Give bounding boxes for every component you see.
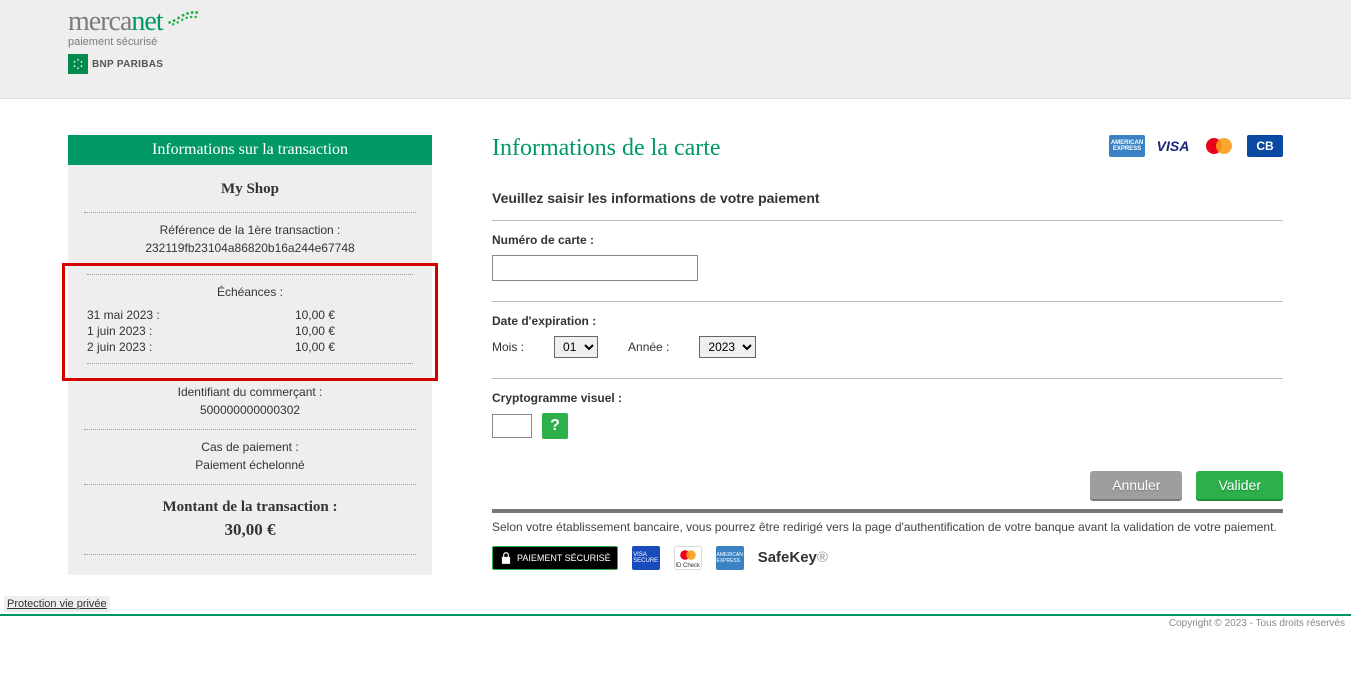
payment-case-label: Cas de paiement : [84, 436, 416, 454]
transaction-amount-label: Montant de la transaction : [84, 491, 416, 520]
amex-icon: AMERICAN EXPRESS [1109, 135, 1145, 157]
merchant-id-label: Identifiant du commerçant : [84, 381, 416, 399]
exp-month-select[interactable]: 01 [554, 336, 598, 358]
cvv-input[interactable] [492, 414, 532, 438]
submit-button[interactable]: Valider [1196, 471, 1283, 499]
copyright-text: Copyright © 2023 - Tous droits réservés [1169, 618, 1345, 629]
installment-row: 2 juin 2023 : 10,00 € [87, 339, 413, 355]
cancel-button[interactable]: Annuler [1090, 471, 1182, 499]
installments-highlight-box: Échéances : 31 mai 2023 : 10,00 € 1 juin… [62, 263, 438, 381]
paiement-securise-badge: PAIEMENT SÉCURISÉ [492, 546, 618, 570]
card-section-title: Informations de la carte [492, 135, 721, 162]
bnp-star-icon [68, 54, 88, 74]
divider [492, 509, 1283, 513]
visa-icon: VISA [1155, 135, 1191, 157]
security-logos-row: PAIEMENT SÉCURISÉ VISASECURE ID Check AM… [492, 546, 1283, 570]
installment-row: 31 mai 2023 : 10,00 € [87, 307, 413, 323]
privacy-link[interactable]: Protection vie privée [4, 596, 110, 612]
transaction-panel: Informations sur la transaction My Shop … [68, 135, 432, 575]
divider [84, 429, 416, 430]
visa-secure-icon: VISASECURE [632, 546, 660, 570]
installment-row: 1 juin 2023 : 10,00 € [87, 323, 413, 339]
divider [87, 363, 413, 364]
cvv-help-button[interactable]: ? [542, 413, 568, 439]
divider [492, 378, 1283, 379]
bank-redirect-disclaimer: Selon votre établissement bancaire, vous… [492, 519, 1283, 536]
cvv-label: Cryptogramme visuel : [492, 391, 1283, 405]
bnp-badge: BNP PARIBAS [68, 54, 163, 74]
brand-logo: mercanet paiement sécurisé [68, 8, 203, 74]
installment-date: 1 juin 2023 : [87, 324, 152, 338]
mastercard-idcheck-icon: ID Check [674, 546, 702, 570]
expiration-label: Date d'expiration : [492, 314, 1283, 328]
mastercard-icon [1201, 135, 1237, 157]
card-form-subtitle: Veuillez saisir les informations de votr… [492, 190, 1283, 206]
installment-amount: 10,00 € [295, 324, 413, 338]
cb-icon: CB [1247, 135, 1283, 157]
exp-month-label: Mois : [492, 340, 524, 354]
card-form-section: Informations de la carte AMERICAN EXPRES… [492, 135, 1283, 570]
bnp-bank-name: BNP PARIBAS [92, 59, 163, 70]
divider [87, 274, 413, 275]
brand-dots-icon [165, 8, 203, 26]
top-header: mercanet paiement sécurisé [0, 0, 1351, 99]
installment-amount: 10,00 € [295, 340, 413, 354]
divider [84, 212, 416, 213]
installment-date: 31 mai 2023 : [87, 308, 160, 322]
accepted-card-logos: AMERICAN EXPRESS VISA CB [1109, 135, 1283, 157]
exp-year-select[interactable]: 2023 [699, 336, 756, 358]
lock-icon [499, 551, 513, 565]
amex-secure-icon: AMERICANEXPRESS [716, 546, 744, 570]
transaction-ref-label: Référence de la 1ère transaction : [84, 219, 416, 237]
transaction-ref-value: 232119fb23104a86820b16a244e67748 [84, 237, 416, 263]
transaction-panel-title: Informations sur la transaction [68, 135, 432, 165]
merchant-shop-name: My Shop [84, 171, 416, 208]
installment-amount: 10,00 € [295, 308, 413, 322]
divider [492, 301, 1283, 302]
divider [492, 220, 1283, 221]
payment-case-value: Paiement échelonné [84, 454, 416, 480]
installment-date: 2 juin 2023 : [87, 340, 152, 354]
brand-main: merca [68, 6, 131, 37]
divider [84, 554, 416, 555]
brand-accent: net [131, 6, 162, 37]
card-number-label: Numéro de carte : [492, 233, 1283, 247]
safekey-logo: SafeKey® [758, 549, 828, 566]
divider [84, 484, 416, 485]
installments-label: Échéances : [87, 281, 413, 307]
exp-year-label: Année : [628, 340, 669, 354]
transaction-amount-value: 30,00 € [84, 520, 416, 550]
brand-tagline: paiement sécurisé [68, 36, 203, 48]
merchant-id-value: 500000000000302 [84, 399, 416, 425]
card-number-input[interactable] [492, 255, 698, 281]
